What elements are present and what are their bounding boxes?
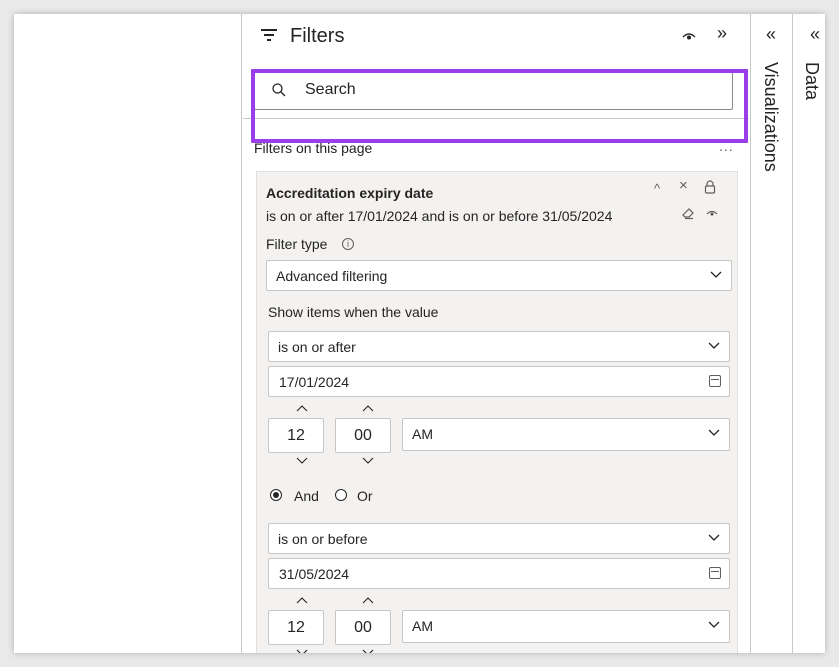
filters-pane: Filters » Filters on this page ... A [243, 14, 749, 653]
condition2-operator-dropdown[interactable]: is on or before [268, 523, 730, 554]
calendar-icon[interactable] [709, 375, 721, 387]
visualizations-pane-tab[interactable]: « Visualizations [750, 14, 792, 653]
search-icon [271, 82, 287, 98]
condition2-hour-input[interactable]: 12 [268, 610, 324, 645]
filter-type-label: Filter type [266, 236, 328, 252]
report-canvas [14, 14, 242, 653]
or-radio[interactable] [335, 489, 347, 501]
hour-up-arrow-icon[interactable] [295, 595, 309, 605]
condition1-date: 17/01/2024 [279, 374, 350, 390]
condition1-hour-input[interactable]: 12 [268, 418, 324, 453]
condition2-operator: is on or before [278, 531, 368, 547]
visualizations-label: Visualizations [761, 62, 781, 172]
condition1-date-input[interactable]: 17/01/2024 [268, 366, 730, 397]
search-box[interactable] [254, 70, 733, 110]
minute-up-arrow-icon[interactable] [361, 403, 375, 413]
hour-up-arrow-icon[interactable] [295, 403, 309, 413]
condition2-date-input[interactable]: 31/05/2024 [268, 558, 730, 589]
eye-icon[interactable] [681, 28, 697, 44]
minute-down-arrow-icon[interactable] [361, 456, 375, 466]
condition1-ampm: AM [412, 426, 433, 442]
search-input[interactable] [305, 79, 705, 101]
condition1-operator-dropdown[interactable]: is on or after [268, 331, 730, 362]
condition2-ampm: AM [412, 618, 433, 634]
condition2-ampm-dropdown[interactable]: AM [402, 610, 730, 643]
divider [243, 118, 749, 119]
and-label: And [294, 488, 319, 504]
hour-down-arrow-icon[interactable] [295, 456, 309, 466]
chevron-double-right-icon[interactable]: » [717, 23, 727, 43]
filter-icon [261, 29, 277, 41]
info-icon[interactable]: i [342, 238, 354, 250]
filter-summary: is on or after 17/01/2024 and is on or b… [266, 208, 613, 224]
lock-icon[interactable] [704, 180, 716, 197]
or-label: Or [357, 488, 373, 504]
more-options-icon[interactable]: ... [719, 138, 734, 154]
filter-type-value: Advanced filtering [276, 268, 388, 284]
condition1-operator: is on or after [278, 339, 356, 355]
condition1-ampm-dropdown[interactable]: AM [402, 418, 730, 451]
show-items-label: Show items when the value [268, 304, 439, 320]
filters-pane-header: Filters » [243, 14, 749, 58]
condition1-minute-input[interactable]: 00 [335, 418, 391, 453]
minute-up-arrow-icon[interactable] [361, 595, 375, 605]
eraser-icon[interactable] [681, 206, 695, 223]
and-radio[interactable] [270, 489, 282, 501]
eye-icon[interactable] [706, 207, 718, 222]
chevron-down-icon [708, 342, 720, 349]
chevron-down-icon [708, 429, 720, 436]
minute-down-arrow-icon[interactable] [361, 648, 375, 653]
close-icon[interactable]: × [679, 178, 688, 193]
chevron-down-icon [710, 271, 722, 278]
data-pane-tab[interactable]: « Data [792, 14, 825, 653]
filter-type-dropdown[interactable]: Advanced filtering [266, 260, 732, 291]
filter-card-title: Accreditation expiry date [266, 185, 434, 201]
chevron-down-icon [708, 534, 720, 541]
section-title: Filters on this page [254, 140, 373, 156]
condition2-minute-input[interactable]: 00 [335, 610, 391, 645]
calendar-icon[interactable] [709, 567, 721, 579]
chevron-up-icon[interactable]: ^ [654, 182, 660, 196]
chevron-double-left-icon[interactable]: « [766, 24, 776, 44]
app-frame: Filters » Filters on this page ... A [14, 14, 825, 653]
chevron-down-icon [708, 621, 720, 628]
chevron-double-left-icon[interactable]: « [810, 24, 820, 44]
pane-title: Filters [290, 25, 345, 47]
data-label: Data [802, 62, 822, 101]
hour-down-arrow-icon[interactable] [295, 648, 309, 653]
condition2-date: 31/05/2024 [279, 566, 350, 582]
filter-card: Accreditation expiry date is on or after… [256, 171, 738, 653]
